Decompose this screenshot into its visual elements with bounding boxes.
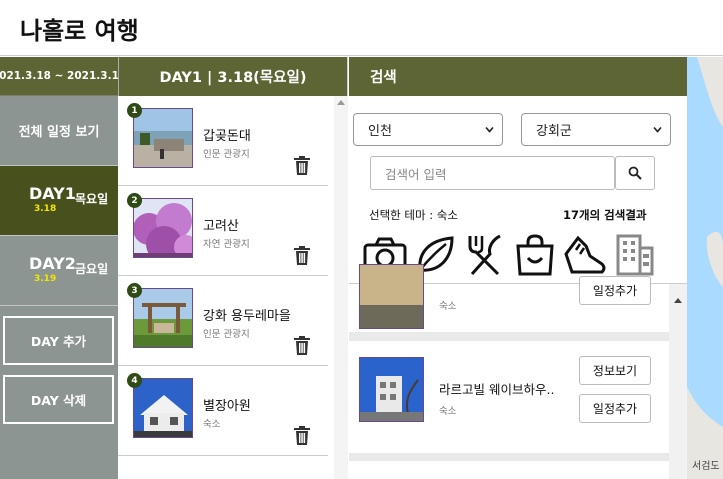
place-category: 자연 관광지 (203, 239, 250, 250)
village-gate-photo (134, 289, 192, 347)
add-day-button[interactable]: DAY 추가 (3, 316, 114, 365)
day1-date: 3.18 (34, 204, 57, 214)
result-item[interactable] (349, 461, 669, 479)
coastal-fort-photo (134, 109, 192, 167)
result-thumbnail (359, 264, 424, 329)
region-select-value: 인천 (368, 124, 392, 139)
search-button[interactable] (615, 156, 655, 190)
day-plan-panel: DAY1 | 3.18(목요일) 1 갑곶돈대 인문 관광지 2 고려산 자연 … (118, 57, 348, 479)
selected-theme-label: 선택한 테마 : 숙소 (369, 208, 458, 222)
plan-scrollbar[interactable] (334, 96, 348, 479)
day2-label: DAY2 (29, 254, 76, 273)
place-name: 갑곶돈대 (203, 129, 251, 144)
plan-item[interactable]: 2 고려산 자연 관광지 (118, 186, 328, 276)
shopping-bag-icon[interactable] (512, 232, 558, 278)
delete-day-button[interactable]: DAY 삭제 (3, 375, 114, 424)
building-icon[interactable] (612, 232, 658, 278)
chevron-down-icon (485, 126, 494, 133)
day1-content: DAY1 목요일 3.18 (14, 166, 118, 235)
search-icon (628, 166, 642, 180)
scroll-up-arrow-icon[interactable] (337, 100, 345, 105)
place-category: 인문 관광지 (203, 149, 250, 160)
map-place-label: 서검도 (692, 461, 720, 472)
day-sidebar: 2021.3.18 ~ 2021.3.19 전체 일정 보기 DAY1 목요일 … (0, 57, 126, 479)
all-schedule-button[interactable]: 전체 일정 보기 (0, 96, 118, 166)
trash-icon[interactable] (293, 246, 311, 266)
shoe-icon[interactable] (562, 232, 608, 278)
day2-weekday: 금요일 (75, 262, 109, 276)
villa-photo (134, 379, 192, 437)
result-name: 라르고빌 웨이브하우.. (439, 382, 555, 397)
results-scrollbar[interactable] (669, 284, 687, 479)
day2-date: 3.19 (34, 274, 57, 284)
map-view[interactable]: 서검도 (687, 57, 723, 479)
azalea-mountain-photo (134, 199, 192, 257)
day1-button[interactable]: DAY1 목요일 3.18 (0, 166, 118, 236)
result-category: 숙소 (439, 406, 457, 417)
district-select[interactable]: 강회군 (521, 113, 671, 146)
day-plan-list: 1 갑곶돈대 인문 관광지 2 고려산 자연 관광지 3 강화 용두레마을 인문… (118, 96, 348, 479)
trash-icon[interactable] (293, 426, 311, 446)
search-panel: 검색 인천 강회군 검색어 입력 선택한 테마 : 숙소 17개의 검색결과 숙… (349, 57, 687, 479)
chevron-down-icon (653, 126, 662, 133)
plan-item[interactable]: 1 갑곶돈대 인문 관광지 (118, 96, 328, 186)
map-land-shapes (687, 57, 723, 479)
fork-knife-icon[interactable] (462, 232, 508, 278)
day2-button[interactable]: DAY2 금요일 3.19 (0, 236, 118, 306)
region-select[interactable]: 인천 (353, 113, 503, 146)
result-item[interactable]: 숙소 일정추가 (349, 264, 669, 332)
info-button[interactable]: 정보보기 (579, 356, 651, 385)
place-thumbnail (133, 288, 193, 348)
result-thumbnail (359, 357, 424, 422)
plan-order-badge: 2 (127, 193, 142, 208)
guesthouse-photo (360, 358, 423, 421)
add-schedule-button[interactable]: 일정추가 (579, 276, 651, 305)
place-thumbnail (133, 198, 193, 258)
search-header: 검색 (349, 57, 687, 96)
result-item[interactable]: 라르고빌 웨이브하우.. 숙소 정보보기 일정추가 (349, 341, 669, 453)
place-category: 인문 관광지 (203, 329, 250, 340)
trash-icon[interactable] (293, 336, 311, 356)
result-count: 17개의 검색결과 (563, 208, 647, 222)
place-name: 강화 용두레마을 (203, 309, 291, 324)
place-category: 숙소 (203, 419, 221, 430)
district-select-value: 강회군 (536, 124, 572, 139)
place-name: 별장아원 (203, 399, 251, 414)
day1-label: DAY1 (29, 184, 76, 203)
search-input[interactable]: 검색어 입력 (370, 156, 615, 190)
app-title: 나홀로 여행 (20, 17, 139, 45)
add-schedule-button[interactable]: 일정추가 (579, 394, 651, 423)
plan-order-badge: 1 (127, 103, 142, 118)
result-category: 숙소 (439, 301, 457, 312)
scroll-up-arrow-icon[interactable] (674, 298, 682, 303)
day2-content: DAY2 금요일 3.19 (14, 236, 118, 305)
search-results: 숙소 일정추가 라르고빌 웨이브하우.. 숙소 정보보기 일정추가 (349, 264, 687, 479)
place-name: 고려산 (203, 219, 239, 234)
plan-item[interactable]: 3 강화 용두레마을 인문 관광지 (118, 276, 328, 366)
plan-order-badge: 3 (127, 283, 142, 298)
trip-date-range: 2021.3.18 ~ 2021.3.19 (0, 57, 126, 96)
app-window: 나홀로 여행 2021.3.18 ~ 2021.3.19 전체 일정 보기 DA… (0, 0, 723, 479)
day1-weekday: 목요일 (75, 192, 109, 206)
lodging-photo (360, 265, 423, 328)
plan-item[interactable]: 4 별장아원 숙소 (118, 366, 328, 456)
plan-order-badge: 4 (127, 373, 142, 388)
place-thumbnail (133, 378, 193, 438)
place-thumbnail (133, 108, 193, 168)
trash-icon[interactable] (293, 156, 311, 176)
app-header: 나홀로 여행 (0, 0, 723, 56)
day-plan-header: DAY1 | 3.18(목요일) (118, 57, 347, 96)
